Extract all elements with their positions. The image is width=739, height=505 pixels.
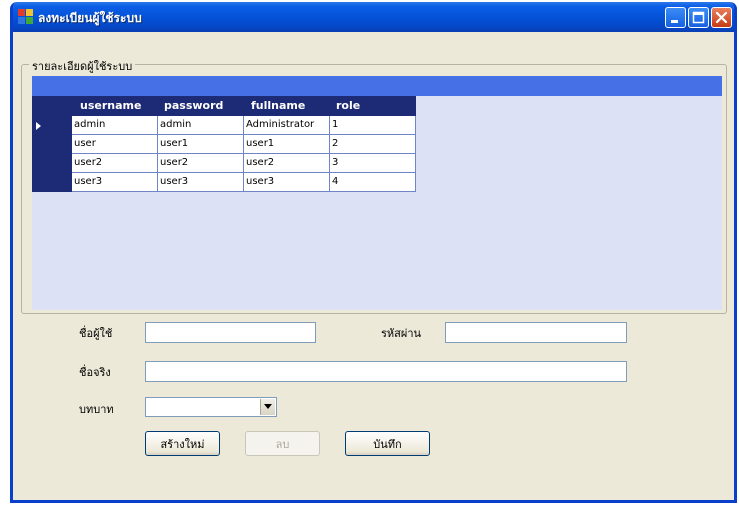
new-button[interactable]: สร้างใหม่ — [145, 431, 220, 456]
row-header-column[interactable] — [32, 116, 72, 192]
delete-button[interactable]: ลบ — [245, 431, 320, 456]
maximize-button[interactable] — [688, 7, 709, 28]
fullname-label: ชื่อจริง — [79, 366, 111, 379]
title-bar[interactable]: ลงทะเบียนผู้ใช้ระบบ — [13, 2, 734, 32]
cell-fullname[interactable]: Administrator — [244, 116, 330, 135]
row-selector-arrow-icon — [36, 122, 41, 130]
password-input[interactable] — [445, 322, 627, 343]
close-icon — [715, 11, 728, 24]
cell-username[interactable]: user2 — [72, 154, 158, 173]
column-header-password[interactable]: password — [164, 99, 223, 112]
role-dropdown-button[interactable] — [260, 399, 275, 415]
table-row[interactable]: user3 user3 user3 4 — [72, 173, 416, 192]
table-row[interactable]: user user1 user1 2 — [72, 135, 416, 154]
cell-fullname[interactable]: user2 — [244, 154, 330, 173]
cell-username[interactable]: user3 — [72, 173, 158, 192]
chevron-down-icon — [264, 404, 272, 409]
minimize-icon — [671, 20, 678, 23]
group-legend: รายละเอียดผู้ใช้ระบบ — [29, 57, 136, 75]
cell-username[interactable]: user — [72, 135, 158, 154]
cell-role[interactable]: 1 — [330, 116, 416, 135]
cell-password[interactable]: user2 — [158, 154, 244, 173]
close-button[interactable] — [711, 7, 732, 28]
cell-role[interactable]: 2 — [330, 135, 416, 154]
cell-username[interactable]: admin — [72, 116, 158, 135]
grid-caption-strip — [32, 76, 722, 96]
cell-role[interactable]: 3 — [330, 154, 416, 173]
window-title: ลงทะเบียนผู้ใช้ระบบ — [38, 11, 142, 25]
cell-fullname[interactable]: user1 — [244, 135, 330, 154]
column-header-fullname[interactable]: fullname — [251, 99, 305, 112]
role-label: บทบาท — [79, 403, 114, 416]
app-window-icon — [18, 9, 34, 25]
minimize-button[interactable] — [665, 7, 686, 28]
cell-fullname[interactable]: user3 — [244, 173, 330, 192]
role-dropdown[interactable] — [145, 397, 277, 417]
table-row[interactable]: user2 user2 user2 3 — [72, 154, 416, 173]
table-row[interactable]: admin admin Administrator 1 — [72, 116, 416, 135]
cell-role[interactable]: 4 — [330, 173, 416, 192]
cell-password[interactable]: admin — [158, 116, 244, 135]
cell-password[interactable]: user1 — [158, 135, 244, 154]
users-data-grid[interactable]: username password fullname role admin ad… — [32, 76, 722, 310]
grid-header-row: username password fullname role — [32, 96, 416, 116]
column-header-username[interactable]: username — [80, 99, 141, 112]
password-label: รหัสผ่าน — [381, 327, 422, 340]
username-label: ชื่อผู้ใช้ — [79, 327, 113, 340]
fullname-input[interactable] — [145, 361, 627, 382]
column-header-role[interactable]: role — [336, 99, 360, 112]
save-button[interactable]: บันทึก — [345, 431, 430, 456]
username-input[interactable] — [145, 322, 316, 343]
cell-password[interactable]: user3 — [158, 173, 244, 192]
maximize-icon — [692, 11, 705, 24]
